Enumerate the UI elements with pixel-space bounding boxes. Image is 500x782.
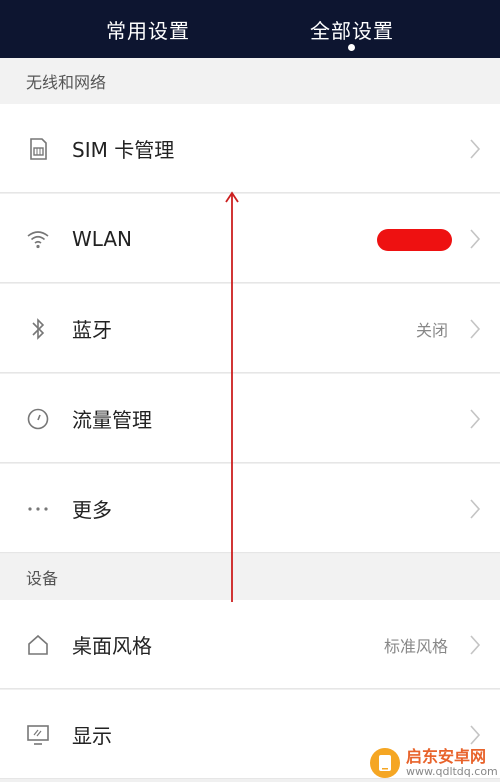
settings-item-sim-card[interactable]: SIM 卡管理	[0, 104, 500, 193]
section-header-label: 无线和网络	[26, 73, 107, 92]
chevron-right-icon	[470, 499, 481, 519]
chevron-right-icon	[470, 635, 481, 655]
selected-tab-indicator	[348, 44, 355, 51]
settings-item-value: 标准风格	[383, 636, 448, 656]
chevron-right-icon	[470, 319, 481, 339]
settings-item-more[interactable]: 更多	[0, 464, 500, 553]
settings-item-label: 桌面风格	[72, 634, 152, 658]
annotation-arrow	[225, 191, 239, 602]
settings-item-data-usage[interactable]: 流量管理	[0, 374, 500, 463]
watermark-url: www.qdltdq.com	[406, 764, 498, 778]
settings-item-label: 流量管理	[72, 408, 152, 432]
section-header-device: 设备	[0, 554, 500, 600]
settings-item-home-style[interactable]: 桌面风格 标准风格	[0, 600, 500, 689]
section-header-label: 设备	[26, 569, 59, 588]
chevron-right-icon	[470, 139, 481, 159]
redaction-mark	[377, 229, 452, 251]
section-header-wireless: 无线和网络	[0, 58, 500, 104]
more-icon	[24, 496, 52, 522]
settings-tab-bar: 常用设置 全部设置	[0, 0, 500, 58]
settings-item-bluetooth[interactable]: 蓝牙 关闭	[0, 284, 500, 373]
watermark-name: 启东安卓网	[406, 746, 487, 766]
wifi-icon	[24, 226, 52, 252]
settings-item-label: SIM 卡管理	[72, 138, 175, 162]
sim-card-icon	[24, 136, 52, 162]
chevron-right-icon	[470, 229, 481, 249]
chevron-right-icon	[470, 409, 481, 429]
home-icon	[24, 632, 52, 658]
settings-item-label: 蓝牙	[72, 318, 112, 342]
settings-item-label: 更多	[72, 498, 112, 522]
display-icon	[24, 722, 52, 748]
watermark: 启东安卓网 www.qdltdq.com	[370, 744, 500, 782]
watermark-logo-icon	[370, 748, 400, 778]
settings-item-label: 显示	[72, 724, 112, 748]
settings-item-label: WLAN	[72, 226, 133, 251]
bluetooth-icon	[24, 316, 52, 342]
settings-item-value: 关闭	[415, 320, 448, 340]
data-usage-icon	[24, 406, 52, 432]
tab-common-settings[interactable]: 常用设置	[48, 0, 248, 58]
